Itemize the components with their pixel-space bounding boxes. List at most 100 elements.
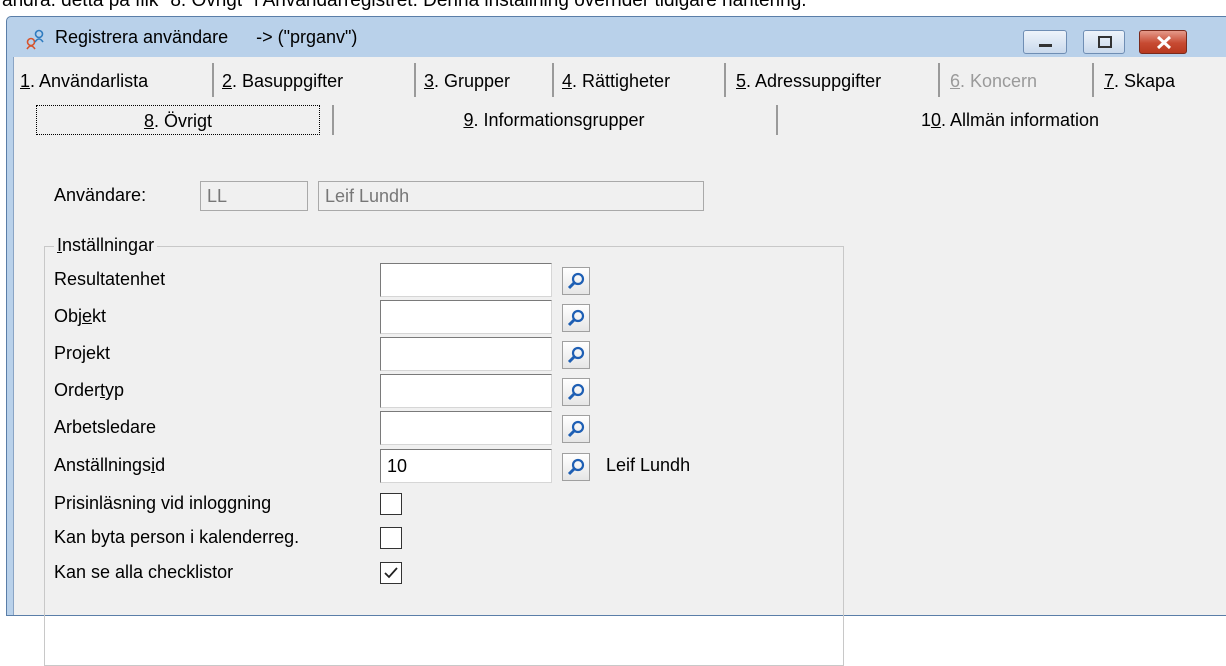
label-text: yp bbox=[105, 380, 125, 400]
label-text: kt bbox=[92, 306, 107, 326]
ordertyp-input[interactable] bbox=[380, 374, 552, 408]
tab-separator bbox=[552, 63, 554, 97]
search-icon bbox=[567, 458, 585, 476]
prisinlasning-checkbox[interactable] bbox=[380, 493, 402, 515]
window: Registrera användare -> ("prganv") 1. Anv… bbox=[6, 16, 1226, 666]
checkmark-icon bbox=[384, 567, 398, 579]
tab-skapa[interactable]: 7. Skapa bbox=[1104, 65, 1175, 97]
projekt-input[interactable] bbox=[380, 337, 552, 371]
tab-label: . Övrigt bbox=[154, 111, 213, 131]
tab-accelerator: 0 bbox=[930, 110, 941, 130]
anstallningsid-input[interactable]: 10 bbox=[380, 449, 552, 483]
byta-person-checkbox[interactable] bbox=[380, 527, 402, 549]
tab-allman-information[interactable]: 10. Allmän information bbox=[790, 105, 1226, 135]
tab-separator bbox=[212, 63, 214, 97]
tab-label: . Grupper bbox=[434, 71, 511, 91]
checkbox-label-checklistor: Kan se alla checklistor bbox=[54, 562, 234, 582]
tab-grupper[interactable]: 3. Grupper bbox=[424, 65, 510, 97]
tab-separator bbox=[776, 105, 778, 135]
arbetsledare-label: Arbetsledare bbox=[54, 417, 156, 438]
window-route: -> ("prganv") bbox=[256, 27, 358, 47]
user-code-field: LL bbox=[200, 181, 308, 211]
search-icon bbox=[567, 272, 585, 290]
checkbox-label-prisinlasning: Prisinläsning vid inloggning bbox=[54, 493, 272, 513]
tab-informationsgrupper[interactable]: 9. Informationsgrupper bbox=[344, 105, 764, 135]
label-text: d bbox=[155, 455, 166, 475]
checklistor-checkbox[interactable] bbox=[380, 562, 402, 584]
minimize-button[interactable] bbox=[1023, 30, 1067, 54]
tab-label: . Rättigheter bbox=[572, 71, 671, 91]
arbetsledare-input[interactable] bbox=[380, 411, 552, 445]
anstallningsid-resolved-name: Leif Lundh bbox=[606, 455, 691, 475]
user-label: Användare: bbox=[54, 185, 147, 205]
tab-accelerator: 3 bbox=[424, 71, 435, 91]
ordertyp-lookup-button[interactable] bbox=[562, 378, 590, 406]
label-text: Order bbox=[54, 380, 101, 400]
tab-label: . Koncern bbox=[960, 71, 1038, 91]
close-button[interactable] bbox=[1139, 30, 1187, 54]
objekt-lookup-button[interactable] bbox=[562, 304, 590, 332]
tab-accelerator: 9 bbox=[463, 110, 474, 130]
label-text: Projekt bbox=[54, 343, 111, 363]
search-icon bbox=[567, 420, 585, 438]
tab-separator bbox=[724, 63, 726, 97]
user-name-field: Leif Lundh bbox=[318, 181, 704, 211]
tab-separator bbox=[414, 63, 416, 97]
group-label-text: nställningar bbox=[62, 235, 155, 255]
close-icon bbox=[1156, 35, 1172, 50]
projekt-label: Projekt bbox=[54, 343, 110, 364]
tab-accelerator: 2 bbox=[222, 71, 233, 91]
tab-label: . Användarlista bbox=[30, 71, 149, 91]
window-title: Registrera användare -> ("prganv") bbox=[55, 27, 357, 48]
tab-accelerator: 6 bbox=[950, 71, 961, 91]
tab-label: . Adressuppgifter bbox=[746, 71, 882, 91]
anstallningsid-lookup-button[interactable] bbox=[562, 453, 590, 481]
tab-accelerator: 1 bbox=[20, 71, 31, 91]
tab-rattigheter[interactable]: 4. Rättigheter bbox=[562, 65, 670, 97]
label-text: Resultatenhet bbox=[54, 269, 166, 289]
tab-label: . Allmän information bbox=[940, 110, 1100, 130]
label-accelerator: e bbox=[82, 306, 93, 326]
maximize-button[interactable] bbox=[1083, 30, 1125, 54]
tab-separator bbox=[332, 105, 334, 135]
search-icon bbox=[567, 383, 585, 401]
minimize-icon bbox=[1039, 44, 1052, 47]
dialog-client: 1. Användarlista 2. Basuppgifter 3. Grup… bbox=[13, 57, 1226, 666]
tab-separator bbox=[938, 63, 940, 97]
users-app-icon bbox=[26, 29, 44, 50]
tab-basuppgifter[interactable]: 2. Basuppgifter bbox=[222, 65, 343, 97]
document-text-above: ändra. detta på flik "8. Övrigt" i Använ… bbox=[2, 0, 807, 11]
tab-label: . Skapa bbox=[1114, 71, 1176, 91]
tab-label: . Basuppgifter bbox=[232, 71, 344, 91]
title-bar[interactable]: Registrera användare -> ("prganv") bbox=[7, 17, 1226, 57]
tab-row-primary: 1. Användarlista 2. Basuppgifter 3. Grup… bbox=[14, 57, 1226, 101]
objekt-label: Objekt bbox=[54, 306, 106, 327]
ordertyp-label: Ordertyp bbox=[54, 380, 124, 401]
resultatenhet-label: Resultatenhet bbox=[54, 269, 165, 290]
tab-accelerator: 8 bbox=[143, 111, 154, 131]
tab-label: . Informationsgrupper bbox=[473, 110, 645, 130]
window-title-text: Registrera användare bbox=[55, 27, 229, 47]
objekt-input[interactable] bbox=[380, 300, 552, 334]
maximize-icon bbox=[1098, 36, 1112, 48]
resultatenhet-input[interactable] bbox=[380, 263, 552, 297]
label-text: Arbetsledare bbox=[54, 417, 157, 437]
tab-accelerator: 5 bbox=[736, 71, 747, 91]
tab-anvandarlista[interactable]: 1. Användarlista bbox=[20, 65, 148, 97]
arbetsledare-lookup-button[interactable] bbox=[562, 415, 590, 443]
tab-accelerator: 4 bbox=[562, 71, 573, 91]
tab-koncern: 6. Koncern bbox=[950, 65, 1037, 97]
tab-separator bbox=[1092, 63, 1094, 97]
tab-ovrigt[interactable]: 8. Övrigt bbox=[36, 105, 320, 135]
search-icon bbox=[567, 346, 585, 364]
projekt-lookup-button[interactable] bbox=[562, 341, 590, 369]
anstallningsid-label: Anställningsid bbox=[54, 455, 165, 476]
tab-accelerator: 7 bbox=[1104, 71, 1115, 91]
resultatenhet-lookup-button[interactable] bbox=[562, 267, 590, 295]
checkbox-label-byta-person: Kan byta person i kalenderreg. bbox=[54, 527, 300, 547]
tab-adressuppgifter[interactable]: 5. Adressuppgifter bbox=[736, 65, 881, 97]
label-text: Anställnings bbox=[54, 455, 152, 475]
tab-label-prefix: 1 bbox=[920, 110, 931, 130]
settings-group-label: Inställningar bbox=[54, 235, 158, 256]
search-icon bbox=[567, 309, 585, 327]
